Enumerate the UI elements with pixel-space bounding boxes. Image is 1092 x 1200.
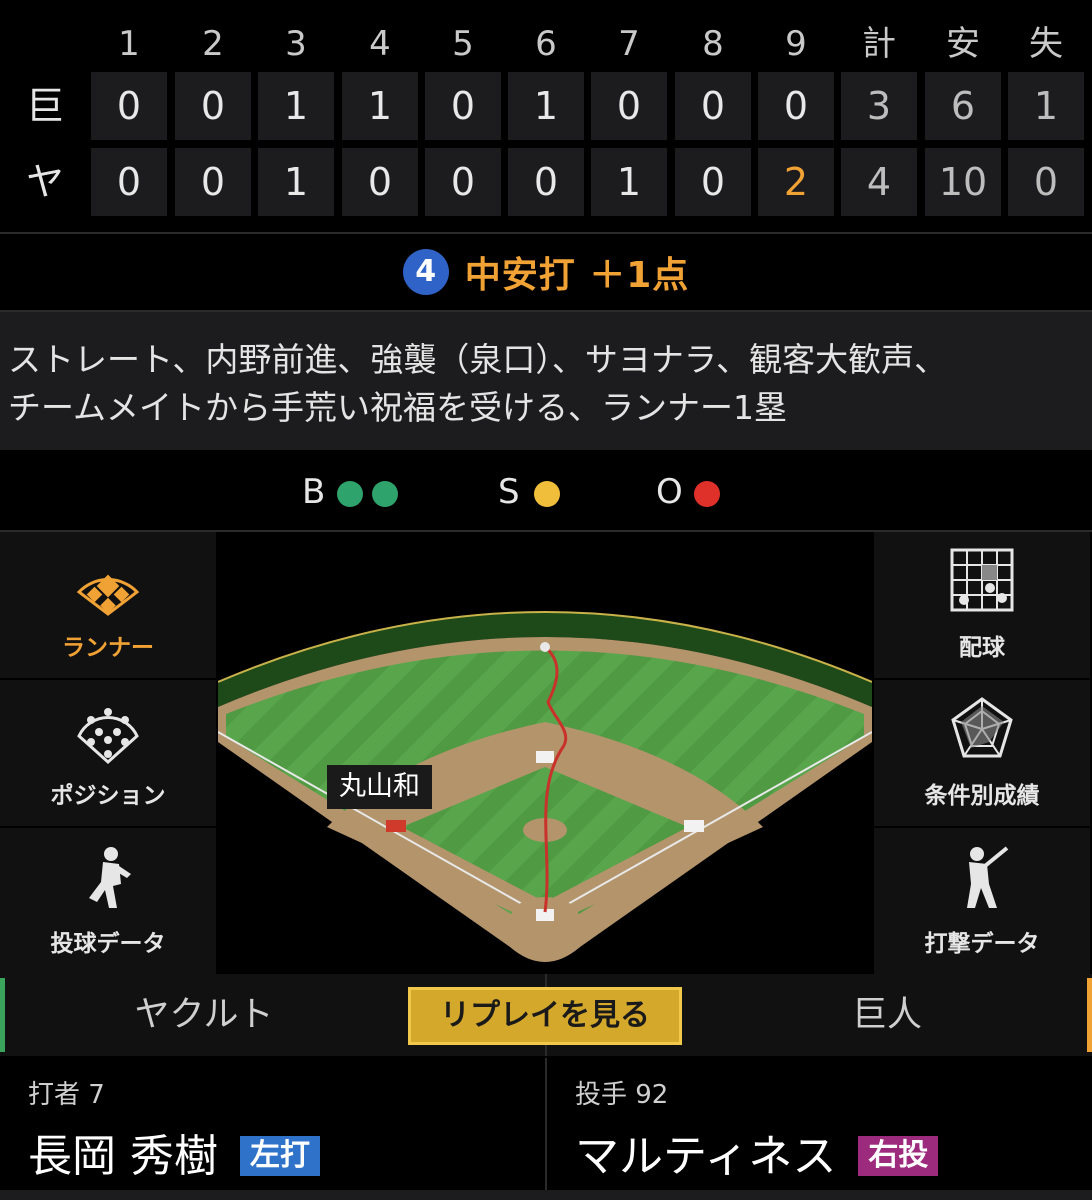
position-icon: [0, 696, 216, 766]
inning-score-cell: 1: [591, 148, 667, 216]
batter-icon: [874, 844, 1090, 914]
inning-score-cell: 0: [425, 148, 501, 216]
inning-score-cell: 0: [675, 148, 751, 216]
strike-label: S: [498, 472, 520, 512]
ball-label: B: [302, 472, 326, 512]
inning-score-cell: 2: [758, 148, 834, 216]
batter-name: 長岡 秀樹: [28, 1131, 218, 1182]
hits-cell: 10: [925, 148, 1001, 216]
pitching-data-button[interactable]: 投球データ: [0, 828, 216, 974]
split-stats-button[interactable]: 条件別成績: [874, 680, 1090, 826]
out-label: O: [656, 472, 683, 512]
play-result-text: 中安打 ＋1点: [464, 255, 690, 296]
play-description: ストレート、内野前進、強襲（泉口）、サヨナラ、観客大歓声、 チームメイトから手荒…: [0, 312, 1092, 450]
runner-diamond-icon: [0, 548, 216, 618]
inning-score-cell: 1: [342, 72, 418, 140]
inning-header: 4: [369, 24, 391, 64]
pitcher-panel: 投手 92 マルティネス 右投: [547, 1058, 1092, 1200]
inning-score-cell: 0: [508, 148, 584, 216]
inning-header: 2: [202, 24, 224, 64]
batter-panel: 打者 7 長岡 秀樹 左打: [0, 1058, 545, 1200]
inning-header: 1: [118, 24, 140, 64]
inning-score-cell: 0: [675, 72, 751, 140]
tab-accent: [1087, 978, 1092, 1052]
pitch-grid-icon: [874, 548, 1090, 618]
errors-cell: 0: [1008, 148, 1084, 216]
team-abbr-giants: 巨: [25, 84, 64, 128]
inning-score-cell: 0: [91, 72, 167, 140]
inning-score-cell: 1: [508, 72, 584, 140]
split-stats-button-label: 条件別成績: [924, 783, 1040, 809]
position-button-label: ポジション: [50, 783, 166, 809]
inning-score-cell: 0: [342, 148, 418, 216]
strike-dot: [534, 481, 560, 507]
pitcher-icon: [0, 844, 216, 914]
radar-chart-icon: [874, 696, 1090, 766]
inning-score-cell: 0: [758, 72, 834, 140]
hits-cell: 6: [925, 72, 1001, 140]
pitcher-name-row: マルティネス 右投: [575, 1120, 939, 1184]
batter-role: 打者 7: [28, 1080, 105, 1110]
inning-header: 7: [618, 24, 640, 64]
play-description-line: チームメイトから手荒い祝福を受ける、ランナー1塁: [8, 388, 788, 427]
batting-data-button-label: 打撃データ: [924, 931, 1040, 957]
field-panel: ランナー ポジション 投球データ 配球 条件別成績 打撃データ: [0, 532, 1092, 974]
pitching-data-button-label: 投球データ: [50, 931, 166, 957]
play-result-header: 4 中安打 ＋1点: [0, 234, 1092, 310]
inning-header: 9: [785, 24, 807, 64]
play-description-line: ストレート、内野前進、強襲（泉口）、サヨナラ、観客大歓声、: [8, 340, 948, 379]
team-tab-bar: ヤクルト リプレイを見る 巨人: [0, 974, 1092, 1056]
inning-score-cell: 0: [175, 72, 251, 140]
batter-name-row: 長岡 秀樹 左打: [28, 1120, 320, 1184]
inning-header: 3: [285, 24, 307, 64]
total-runs-cell: 3: [841, 72, 917, 140]
baseball-field: [218, 532, 872, 972]
runner-name-tag: 丸山和: [327, 765, 432, 809]
inning-score-cell: 1: [258, 148, 334, 216]
replay-button[interactable]: リプレイを見る: [408, 987, 682, 1045]
errors-cell: 1: [1008, 72, 1084, 140]
ball-dot: [337, 481, 363, 507]
pitch-selection-button[interactable]: 配球: [874, 532, 1090, 678]
inning-score-cell: 0: [591, 72, 667, 140]
errors-header: 失: [1029, 24, 1063, 64]
inning-score-cell: 1: [258, 72, 334, 140]
bottom-strip: [0, 1190, 1092, 1200]
out-dot: [694, 481, 720, 507]
pitcher-hand-badge: 右投: [858, 1136, 939, 1176]
batting-data-button[interactable]: 打撃データ: [874, 828, 1090, 974]
inning-header: 6: [535, 24, 557, 64]
inning-score-cell: 0: [425, 72, 501, 140]
position-button[interactable]: ポジション: [0, 680, 216, 826]
batting-order-badge: 4: [402, 249, 449, 295]
tab-yakult[interactable]: ヤクルト: [0, 974, 408, 1056]
runner-button[interactable]: ランナー: [0, 532, 216, 678]
total-runs-header: 計: [862, 24, 896, 64]
runner-button-label: ランナー: [62, 635, 154, 661]
ball-count: B S O: [0, 452, 1092, 530]
ball-dot: [372, 481, 398, 507]
pitcher-name: マルティネス: [575, 1131, 837, 1182]
inning-header: 8: [702, 24, 724, 64]
inning-header: 5: [452, 24, 474, 64]
pitcher-role: 投手 92: [575, 1080, 669, 1110]
pitch-selection-button-label: 配球: [959, 635, 1005, 661]
team-abbr-swallows: ヤ: [25, 160, 64, 204]
tab-giants[interactable]: 巨人: [682, 974, 1092, 1056]
inning-score-cell: 0: [175, 148, 251, 216]
batter-hand-badge: 左打: [240, 1136, 320, 1176]
total-runs-cell: 4: [841, 148, 917, 216]
scoreboard: 1 2 3 4 5 6 7 8 9 計 安 失 巨 ヤ 001101000361…: [0, 0, 1092, 232]
hits-header: 安: [946, 24, 980, 64]
inning-score-cell: 0: [91, 148, 167, 216]
